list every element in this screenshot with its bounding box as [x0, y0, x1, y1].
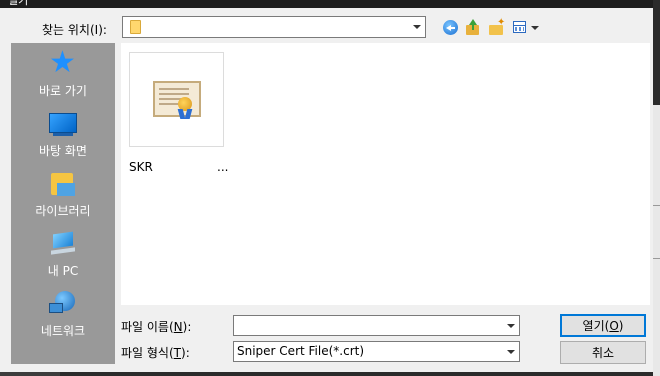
desktop-icon — [49, 111, 77, 137]
place-label: 바로 가기 — [39, 84, 87, 98]
file-list[interactable]: SKR ... — [121, 43, 650, 305]
folder-icon — [130, 20, 141, 34]
file-item[interactable]: SKR ... — [129, 52, 229, 174]
star-icon — [49, 45, 77, 80]
computer-icon — [49, 231, 77, 257]
library-icon — [49, 171, 77, 197]
place-libraries[interactable]: 라이브러리 — [11, 167, 115, 225]
back-button[interactable] — [441, 18, 461, 38]
file-name: SKR — [129, 160, 153, 174]
file-type-select[interactable]: Sniper Cert File(*.crt) — [233, 341, 520, 362]
places-bar: 바로 가기 바탕 화면 라이브러리 내 PC 네트워크 — [11, 43, 115, 364]
background-divider — [653, 205, 660, 206]
certificate-icon — [129, 52, 224, 147]
place-label: 바탕 화면 — [39, 144, 87, 158]
chevron-down-icon[interactable] — [503, 342, 519, 361]
place-desktop[interactable]: 바탕 화면 — [11, 107, 115, 165]
place-label: 네트워크 — [40, 324, 86, 338]
file-name-label: 파일 이름(N): — [121, 320, 192, 334]
cancel-button[interactable]: 취소 — [560, 341, 646, 364]
network-icon — [49, 291, 77, 317]
place-label: 내 PC — [47, 264, 79, 278]
place-network[interactable]: 네트워크 — [11, 287, 115, 345]
view-menu-button[interactable] — [511, 18, 541, 38]
open-file-dialog: 열기 찾는 위치(I): ✦ 바로 가기 바탕 화면 라이브러리 내 PC — [0, 0, 653, 372]
open-button[interactable]: 열기(O) — [560, 314, 646, 337]
place-this-pc[interactable]: 내 PC — [11, 227, 115, 285]
chevron-down-icon[interactable] — [409, 17, 425, 37]
background-window-right — [653, 105, 660, 376]
chevron-down-icon[interactable] — [503, 316, 519, 335]
look-in-combobox[interactable] — [122, 16, 426, 38]
file-type-value: Sniper Cert File(*.crt) — [237, 344, 365, 358]
file-type-label: 파일 형식(T): — [121, 346, 190, 360]
new-folder-button[interactable]: ✦ — [487, 18, 507, 38]
up-folder-button[interactable] — [463, 18, 483, 38]
look-in-label: 찾는 위치(I): — [42, 23, 107, 37]
file-name-ellipsis: ... — [217, 160, 229, 174]
place-quick-access[interactable]: 바로 가기 — [11, 45, 115, 105]
title-bar: 열기 — [0, 0, 653, 8]
place-label: 라이브러리 — [35, 204, 91, 218]
background-divider — [653, 258, 660, 259]
dialog-title: 열기 — [8, 0, 29, 7]
file-name-input[interactable] — [233, 315, 520, 336]
